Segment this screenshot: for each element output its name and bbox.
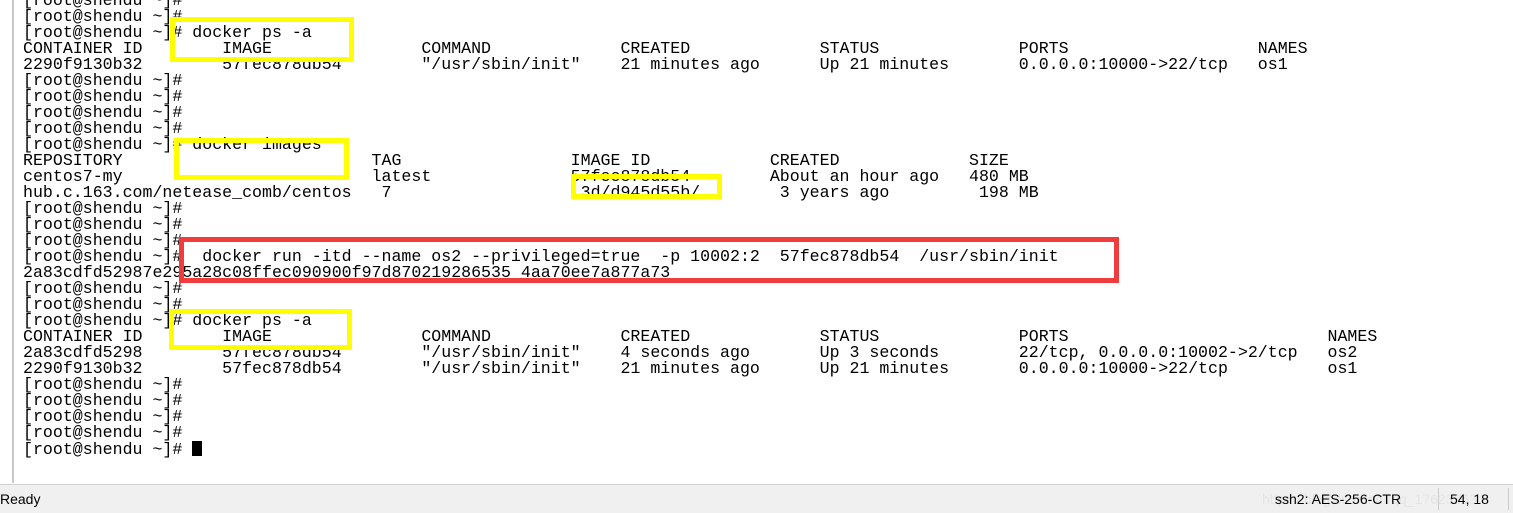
terminal-line: [root@shendu ~]#: [23, 71, 183, 90]
highlight-box-docker-run: [179, 237, 1119, 283]
text-cursor: [192, 441, 203, 456]
terminal-line: [root@shendu ~]#: [23, 441, 1377, 458]
highlight-box-docker-ps-2: [169, 309, 352, 350]
terminal-line: [root@shendu ~]#: [23, 199, 183, 218]
terminal-line: [root@shendu ~]#: [23, 87, 183, 106]
status-cursor-position: 54, 18: [1450, 491, 1489, 507]
terminal-line: [root@shendu ~]#: [23, 215, 183, 234]
terminal-line: [root@shendu ~]#: [23, 407, 183, 426]
highlight-box-docker-images: [174, 138, 349, 180]
terminal-line: [root@shendu ~]#: [23, 279, 183, 298]
highlight-box-image-id: [571, 174, 722, 199]
terminal-line: [root@shendu ~]#: [23, 391, 183, 410]
terminal-line: [root@shendu ~]#: [23, 375, 183, 394]
terminal-line: 2290f9130b32 57fec878db54 "/usr/sbin/ini…: [23, 359, 1358, 378]
terminal-output: [root@shendu ~]# [root@shendu ~]# [root@sh…: [23, 0, 1377, 458]
status-bar: Ready https://blog.csdn.net/qq_17623363 …: [0, 484, 1513, 513]
terminal-line: [root@shendu ~]#: [23, 423, 183, 442]
status-ready: Ready: [0, 491, 41, 507]
terminal-line: [root@shendu ~]#: [23, 0, 183, 10]
highlight-box-docker-ps-1: [170, 17, 354, 62]
status-cipher: ssh2: AES-256-CTR: [1275, 491, 1402, 507]
terminal-line: [root@shendu ~]#: [23, 103, 183, 122]
